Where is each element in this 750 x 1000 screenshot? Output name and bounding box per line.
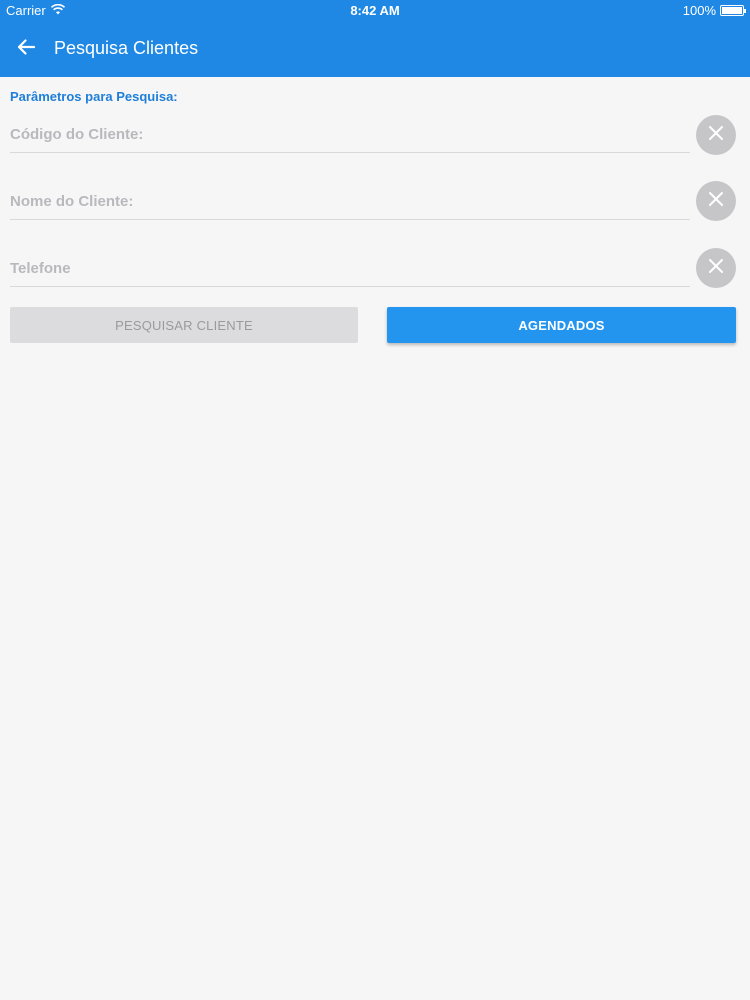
back-button[interactable]: [10, 34, 42, 64]
clear-phone-button[interactable]: [696, 248, 736, 288]
battery-fill: [722, 7, 742, 14]
status-time: 8:42 AM: [350, 3, 400, 18]
client-name-input[interactable]: [10, 184, 690, 219]
client-name-field: [10, 184, 690, 220]
page-title: Pesquisa Clientes: [54, 38, 199, 58]
arrow-left-icon: [16, 38, 36, 61]
phone-field: [10, 251, 690, 287]
phone-input[interactable]: [10, 251, 690, 286]
client-code-field: [10, 117, 690, 153]
battery-icon: [720, 5, 746, 16]
status-bar: Carrier 8:42 AM 100%: [0, 0, 750, 20]
search-client-button[interactable]: PESQUISAR CLIENTE: [10, 307, 358, 343]
battery-percent: 100%: [682, 3, 716, 18]
section-label: Parâmetros para Pesquisa:: [10, 89, 178, 104]
scheduled-button[interactable]: AGENDADOS: [387, 307, 736, 343]
clear-client-code-button[interactable]: [696, 115, 736, 155]
close-icon: [708, 125, 724, 146]
client-code-input[interactable]: [10, 117, 690, 152]
close-icon: [708, 191, 724, 212]
clear-client-name-button[interactable]: [696, 181, 736, 221]
close-icon: [708, 258, 724, 279]
battery-group: 100%: [682, 3, 746, 18]
app-bar: Pesquisa Clientes: [0, 20, 750, 77]
